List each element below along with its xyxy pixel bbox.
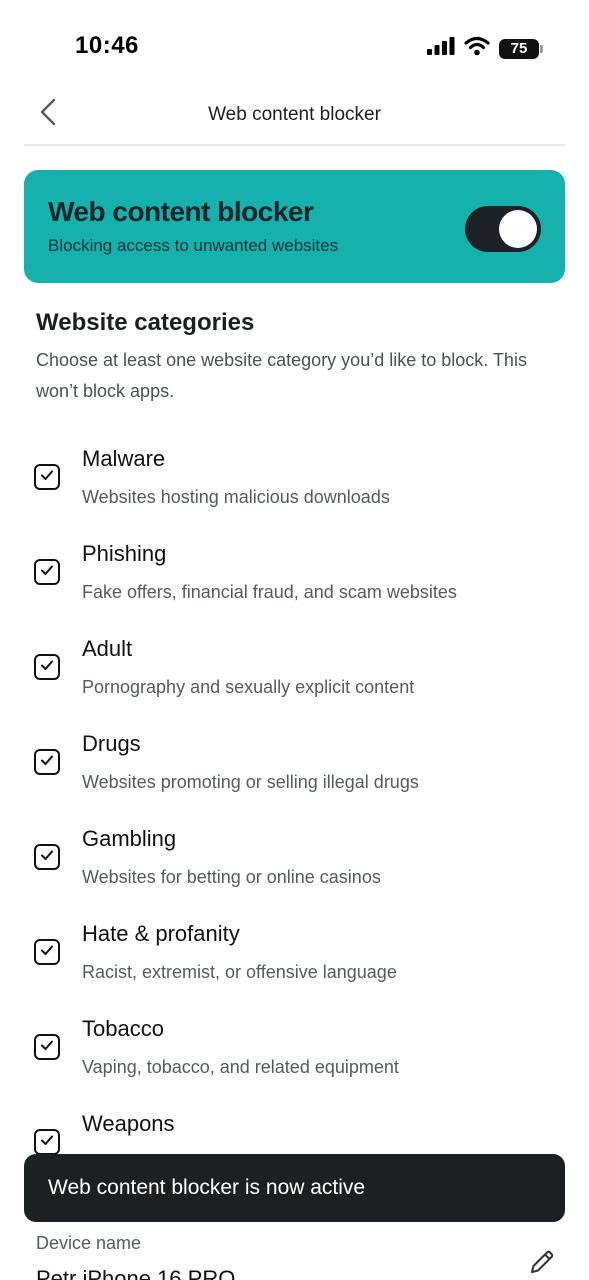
blocker-card-subtitle: Blocking access to unwanted websites <box>48 236 339 255</box>
category-item-hate-profanity[interactable]: Hate & profanity Racist, extremist, or o… <box>0 915 589 1010</box>
status-time: 10:46 <box>75 32 139 59</box>
category-description: Fake offers, financial fraud, and scam w… <box>82 582 457 602</box>
category-item-tobacco[interactable]: Tobacco Vaping, tobacco, and related equ… <box>0 1010 589 1105</box>
nav-divider <box>24 144 565 146</box>
checkbox[interactable] <box>34 1129 60 1155</box>
category-description: Websites promoting or selling illegal dr… <box>82 772 419 792</box>
device-name-label: Device name <box>36 1233 142 1253</box>
category-description: Pornography and sexually explicit conten… <box>82 677 415 697</box>
category-description: Websites hosting malicious downloads <box>82 487 390 507</box>
checkbox[interactable] <box>34 1034 60 1060</box>
checkmark-icon <box>39 942 55 963</box>
category-name: Hate & profanity <box>82 921 240 946</box>
category-list: Malware Websites hosting malicious downl… <box>0 440 589 1200</box>
toast-message: Web content blocker is now active <box>48 1176 366 1199</box>
section-title: Website categories <box>36 309 255 336</box>
checkmark-icon <box>39 1132 55 1153</box>
category-name: Tobacco <box>82 1016 164 1041</box>
checkbox[interactable] <box>34 749 60 775</box>
checkmark-icon <box>39 1037 55 1058</box>
category-item-drugs[interactable]: Drugs Websites promoting or selling ille… <box>0 725 589 820</box>
category-item-gambling[interactable]: Gambling Websites for betting or online … <box>0 820 589 915</box>
category-item-malware[interactable]: Malware Websites hosting malicious downl… <box>0 440 589 535</box>
blocker-toggle[interactable] <box>465 206 541 252</box>
category-description: Websites for betting or online casinos <box>82 867 381 887</box>
cellular-signal-icon <box>427 37 455 60</box>
battery-indicator: 75 <box>499 38 543 59</box>
toast-notification: Web content blocker is now active <box>24 1154 565 1222</box>
blocker-card-title: Web content blocker <box>48 196 314 227</box>
status-bar: 10:46 75 <box>0 0 589 96</box>
status-icons: 75 <box>427 36 543 61</box>
page-title: Web content blocker <box>208 104 381 125</box>
section-description: Choose at least one website category you… <box>36 350 527 401</box>
category-name: Weapons <box>82 1111 175 1136</box>
battery-level: 75 <box>510 40 528 57</box>
category-name: Adult <box>82 636 133 661</box>
edit-device-name-button[interactable] <box>528 1248 556 1276</box>
category-description: Racist, extremist, or offensive language <box>82 962 397 982</box>
category-item-adult[interactable]: Adult Pornography and sexually explicit … <box>0 630 589 725</box>
checkmark-icon <box>39 847 55 868</box>
pencil-icon <box>528 1250 556 1280</box>
checkbox[interactable] <box>34 939 60 965</box>
checkmark-icon <box>39 752 55 773</box>
category-description: Vaping, tobacco, and related equipment <box>82 1057 399 1077</box>
category-item-phishing[interactable]: Phishing Fake offers, financial fraud, a… <box>0 535 589 630</box>
checkbox[interactable] <box>34 559 60 585</box>
category-name: Phishing <box>82 541 167 566</box>
checkmark-icon <box>39 467 55 488</box>
nav-bar: Web content blocker <box>0 88 589 144</box>
checkmark-icon <box>39 562 55 583</box>
checkbox[interactable] <box>34 844 60 870</box>
wifi-icon <box>464 36 490 61</box>
device-name-value: Petr iPhone 16 PRO <box>36 1266 236 1280</box>
category-name: Malware <box>82 446 166 471</box>
checkbox[interactable] <box>34 464 60 490</box>
checkbox[interactable] <box>34 654 60 680</box>
blocker-status-card: Web content blocker Blocking access to u… <box>24 170 565 283</box>
category-name: Gambling <box>82 826 177 851</box>
checkmark-icon <box>39 657 55 678</box>
toggle-knob <box>499 210 537 248</box>
category-name: Drugs <box>82 731 141 756</box>
